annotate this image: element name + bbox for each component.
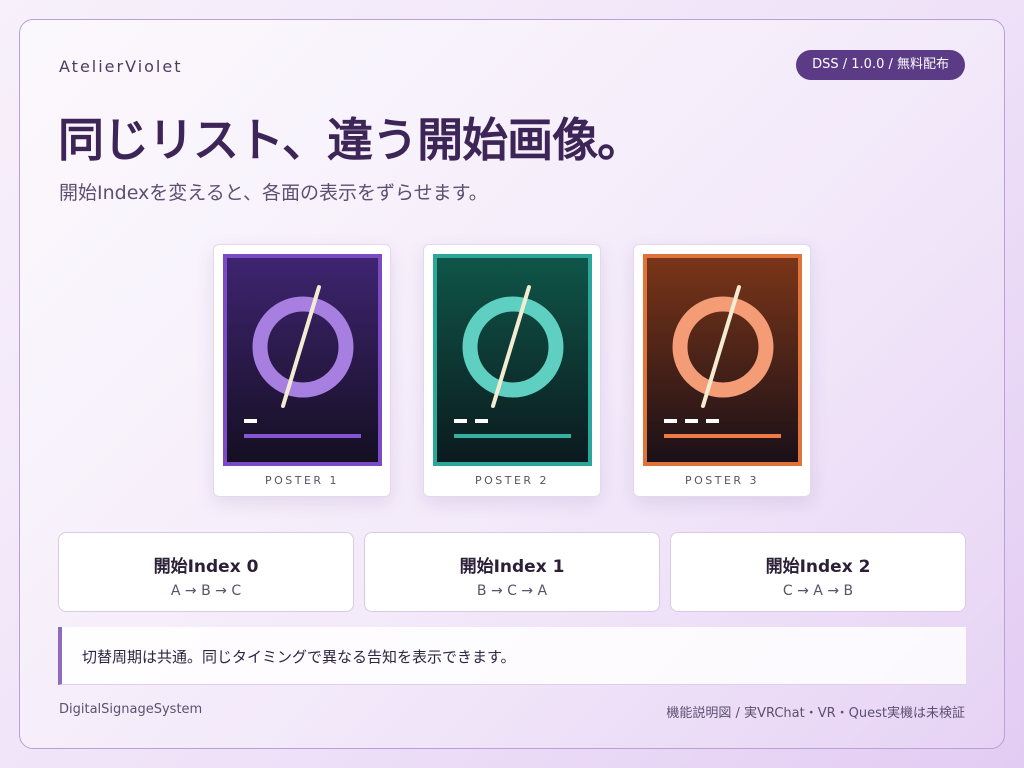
dash-mark: [244, 419, 257, 423]
brand-name: AtelierViolet: [59, 57, 183, 76]
index-card-1: 開始Index 1 B → C → A: [364, 532, 660, 612]
dash-mark: [475, 419, 488, 423]
index-sequence: B → C → A: [476, 583, 548, 599]
index-card-2: 開始Index 2 C → A → B: [670, 532, 966, 612]
accent-bar: [244, 434, 361, 438]
dash-mark: [685, 419, 698, 423]
footer-system-name: DigitalSignageSystem: [59, 702, 203, 717]
poster-background: [647, 258, 798, 462]
poster-background: [437, 258, 588, 462]
dash-mark: [706, 419, 719, 423]
version-badge: DSS / 1.0.0 / 無料配布: [796, 50, 965, 80]
note-text: 切替周期は共通。同じタイミングで異なる告知を表示できます。: [82, 648, 516, 666]
poster-3-image: [643, 254, 802, 466]
poster-label: POSTER 2: [474, 474, 550, 487]
accent-bar: [664, 434, 781, 438]
poster-card-2: POSTER 2: [423, 244, 601, 497]
headline: 同じリスト、違う開始画像。: [58, 113, 643, 167]
subline: 開始Indexを変えると、各面の表示をずらせます。: [59, 182, 488, 204]
poster-card-1: POSTER 1: [213, 244, 391, 497]
index-sequence: A → B → C: [170, 583, 242, 599]
poster-label: POSTER 3: [684, 474, 760, 487]
poster-card-3: POSTER 3: [633, 244, 811, 497]
index-title: 開始Index 2: [765, 557, 871, 577]
index-title: 開始Index 1: [459, 557, 565, 577]
accent-bar: [454, 434, 571, 438]
poster-1-image: [223, 254, 382, 466]
footer-disclaimer: 機能説明図 / 実VRChat・VR・Quest実機は未検証: [666, 706, 965, 721]
index-title: 開始Index 0: [153, 557, 259, 577]
poster-label: POSTER 1: [264, 474, 340, 487]
index-card-0: 開始Index 0 A → B → C: [58, 532, 354, 612]
index-sequence: C → A → B: [782, 583, 854, 599]
poster-2-image: [433, 254, 592, 466]
dash-mark: [664, 419, 677, 423]
note-box: 切替周期は共通。同じタイミングで異なる告知を表示できます。: [58, 627, 966, 685]
poster-background: [227, 258, 378, 462]
dash-mark: [454, 419, 467, 423]
